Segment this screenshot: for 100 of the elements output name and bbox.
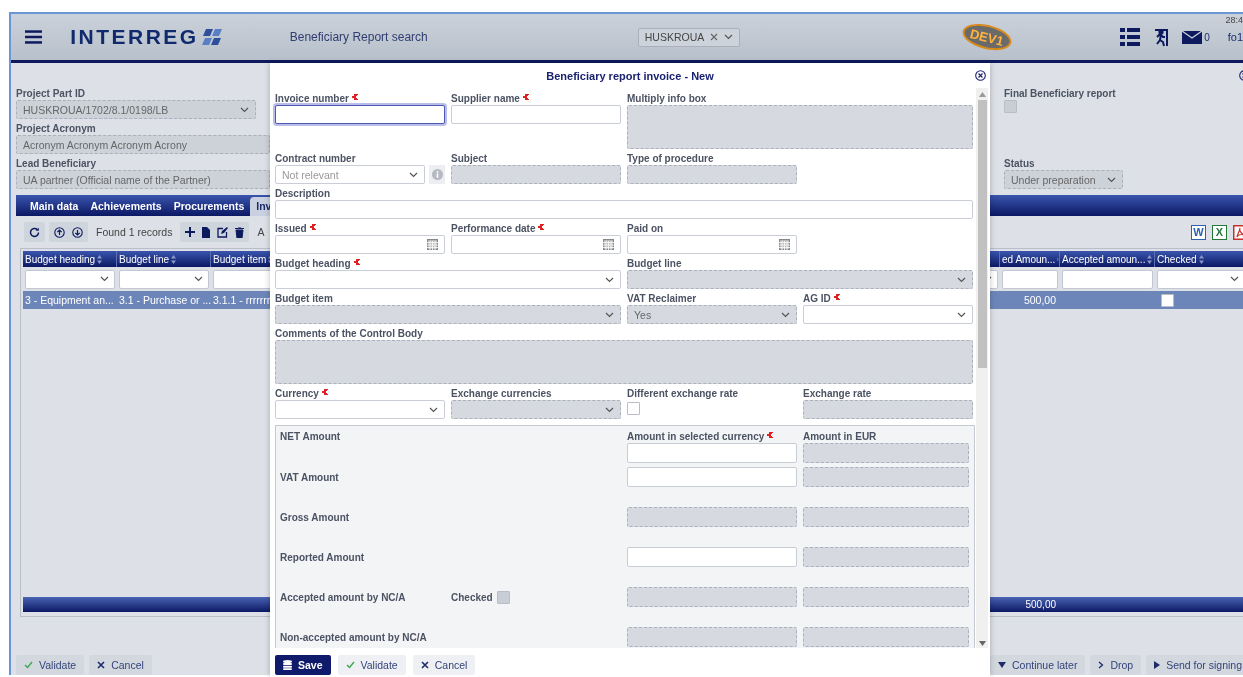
field-label: Gross Amount — [280, 510, 350, 524]
date-field[interactable] — [627, 235, 797, 254]
field-label: Comments of the Control Body — [275, 327, 423, 340]
tab[interactable]: Achievements — [84, 197, 168, 216]
column-header[interactable]: Budget heading — [23, 251, 117, 267]
document-icon[interactable] — [202, 226, 211, 238]
date-field[interactable] — [451, 235, 621, 254]
caret-icon — [409, 171, 419, 178]
column-header[interactable]: Accepted amoun... — [1060, 251, 1156, 267]
checkbox[interactable] — [1161, 293, 1175, 307]
sort-icon — [1198, 254, 1204, 264]
table-cell-text: 3 - Equipment an... — [24, 294, 114, 306]
field-label: Budget line — [627, 257, 682, 270]
filter-field[interactable] — [1002, 269, 1059, 289]
caret-icon — [240, 106, 249, 113]
running-person-icon[interactable] — [1152, 27, 1171, 47]
field-label: Currency — [275, 387, 328, 400]
close-icon — [97, 661, 106, 669]
select-field[interactable] — [275, 270, 621, 289]
checkbox[interactable] — [1004, 100, 1017, 113]
filter-select[interactable] — [119, 269, 209, 289]
text-field[interactable] — [275, 105, 445, 124]
scrollbar[interactable] — [976, 88, 988, 648]
action-button[interactable]: Send for signing — [1146, 655, 1243, 675]
scroll-down-icon[interactable] — [978, 641, 986, 646]
caret-icon — [429, 406, 438, 413]
select-field[interactable] — [275, 400, 445, 419]
field-label: Budget heading — [275, 257, 360, 270]
calendar-icon — [779, 239, 790, 250]
checkbox[interactable] — [496, 590, 510, 604]
field-label: Exchange currencies — [451, 387, 552, 400]
close-icon[interactable] — [974, 70, 986, 81]
message-count: 0 — [1204, 31, 1210, 43]
caret-icon — [100, 276, 109, 282]
column-header[interactable]: Checked — [1155, 251, 1243, 267]
date-field[interactable] — [275, 235, 445, 254]
save-button[interactable]: Save — [275, 655, 331, 675]
trash-icon[interactable] — [235, 226, 245, 238]
amount-field[interactable] — [627, 547, 797, 567]
action-button[interactable]: Drop — [1090, 655, 1142, 675]
column-header[interactable]: ed Amoun... — [1000, 251, 1061, 267]
field-label: NET Amount — [280, 430, 341, 443]
select-field[interactable]: Under preparation — [1004, 170, 1123, 189]
field-label: Performance date — [451, 222, 545, 235]
caret-icon — [605, 311, 614, 318]
caret-icon — [605, 276, 614, 283]
field-label: Project Acronym — [16, 122, 96, 135]
action-button[interactable]: Cancel — [89, 655, 152, 675]
field-label: Status — [1004, 157, 1035, 170]
mail-icon[interactable] — [1182, 30, 1203, 44]
refresh-icon[interactable] — [29, 226, 40, 238]
field-label: Type of procedure — [627, 152, 714, 165]
pdf-icon[interactable] — [1233, 224, 1243, 240]
dialog-button[interactable]: Validate — [337, 655, 406, 675]
field-label: VAT Reclaimer — [627, 292, 697, 305]
field-label: Supplier name — [451, 92, 529, 105]
plus-icon[interactable] — [185, 227, 196, 237]
menu-icon[interactable] — [25, 30, 43, 44]
page-title: Beneficiary Report search — [289, 30, 428, 44]
action-button[interactable]: Validate — [16, 655, 85, 675]
column-label: Amount in EUR — [803, 430, 877, 443]
dialog-button[interactable]: Cancel — [412, 655, 476, 675]
action-button[interactable]: Continue later — [990, 655, 1086, 675]
caret-icon — [957, 311, 966, 318]
select-field[interactable]: HUSKROUA/1702/8.1/0198/LB — [16, 100, 256, 119]
scroll-up-icon[interactable] — [978, 92, 986, 97]
clear-icon[interactable] — [710, 33, 719, 41]
select-field[interactable] — [803, 305, 973, 324]
text-field[interactable]: UA partner (Official name of the Partner) — [16, 170, 270, 189]
arrow-down-icon[interactable] — [72, 226, 83, 238]
arrow-up-icon[interactable] — [54, 226, 65, 238]
column-header[interactable]: Budget line — [117, 251, 211, 267]
field-label: Non-accepted amount by NC/A — [280, 630, 427, 644]
amount-field[interactable] — [627, 443, 797, 463]
logo-text: INTERREG — [70, 25, 199, 49]
list-icon[interactable] — [1120, 28, 1141, 46]
checkbox[interactable] — [627, 402, 640, 415]
word-export-button[interactable]: W — [1191, 224, 1207, 240]
excel-export-button[interactable]: X — [1212, 224, 1228, 240]
calendar-icon — [427, 239, 438, 250]
tab[interactable]: Main data — [24, 197, 85, 216]
filter-field[interactable] — [1062, 269, 1154, 289]
text-field[interactable]: Acronym Acronym Acronym Acrony — [16, 135, 270, 154]
table-cell-text: 500,00 — [1022, 294, 1058, 306]
tab[interactable]: Procurements — [167, 197, 251, 216]
info-button[interactable] — [429, 165, 445, 184]
sort-icon — [1147, 254, 1153, 264]
field-label: Lead Beneficiary — [16, 157, 97, 170]
filter-select[interactable] — [25, 269, 115, 289]
caret-icon — [998, 662, 1006, 668]
field-label: Exchange rate — [803, 387, 872, 400]
sort-icon — [97, 254, 103, 264]
amount-field[interactable] — [627, 467, 797, 487]
filter-select[interactable] — [1157, 269, 1243, 289]
field-label: Project Part ID — [16, 87, 85, 100]
edit-icon[interactable] — [217, 226, 229, 238]
database-icon — [283, 660, 292, 670]
project-select[interactable]: HUSKROUA — [637, 27, 741, 47]
column-label: Amount in selected currency — [627, 430, 774, 443]
field-label: Accepted amount by NC/A — [280, 590, 406, 604]
